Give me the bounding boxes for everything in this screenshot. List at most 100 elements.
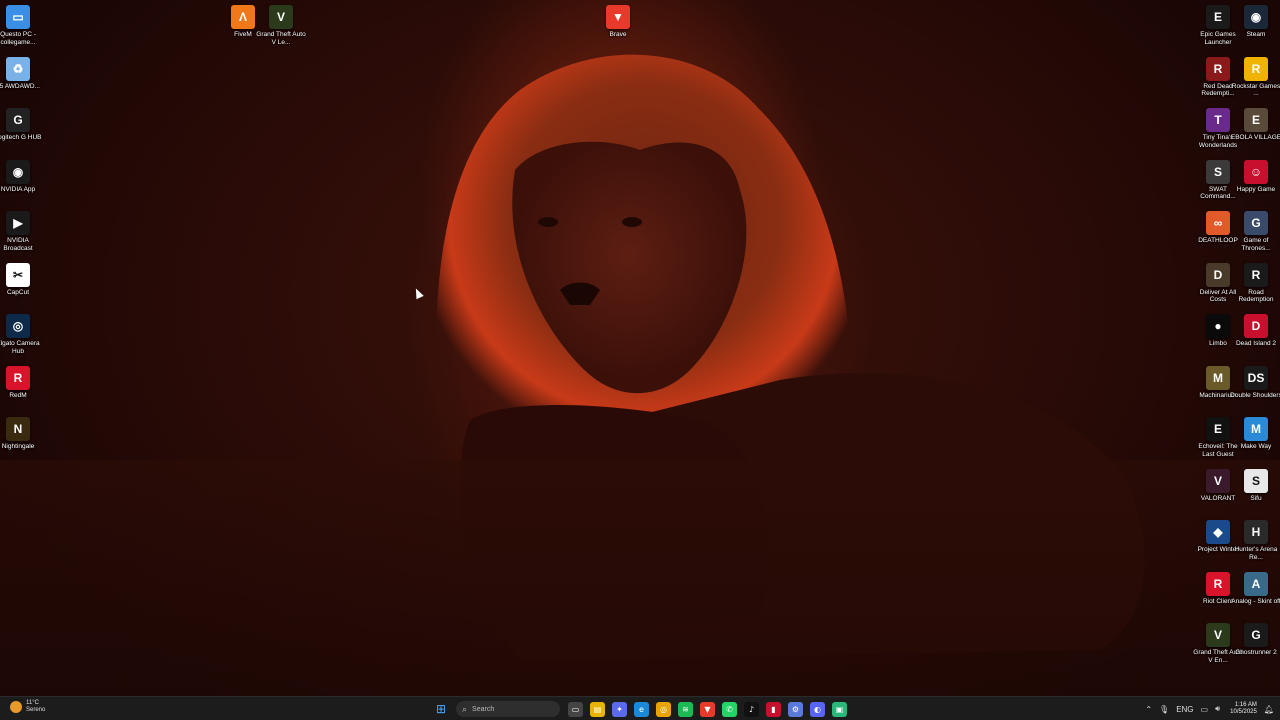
taskbar-center: ⊞ ⌕ Search ▭ ▤ ✦ e ◎ ≋ ▼ ✆ ♪ ▮ ⚙ ◐ ▣ bbox=[432, 699, 854, 719]
shortcut-label: Brave bbox=[609, 31, 627, 38]
desktop-shortcut[interactable]: V Grand Theft Auto V Le... bbox=[256, 5, 306, 46]
riot-client-icon: R bbox=[1206, 571, 1230, 596]
desktop-shortcut[interactable]: R RedM bbox=[0, 365, 40, 400]
shortcut-label: Logitech G HUB bbox=[0, 134, 42, 141]
computer-icon: ▭ bbox=[6, 5, 30, 29]
shortcut-label: CapCut bbox=[6, 288, 30, 296]
whatsapp-icon[interactable]: ✆ bbox=[722, 701, 737, 717]
tiny-tina-icon: T bbox=[1206, 108, 1230, 132]
weather-desc: Sereno bbox=[26, 707, 46, 713]
desktop-shortcut[interactable]: E EBOLA VILLAGE bbox=[1231, 108, 1280, 142]
desktop-shortcut[interactable]: ▶ NVIDIA Broadcast bbox=[0, 211, 40, 252]
nvidia-broadcast-icon: ▶ bbox=[6, 211, 30, 235]
desktop-shortcut[interactable]: G Logitech G HUB bbox=[0, 108, 41, 142]
shortcut-label: Rockstar Games ... bbox=[1231, 82, 1280, 98]
search-box[interactable]: ⌕ Search bbox=[456, 701, 560, 717]
desktop-shortcut[interactable]: H Hunter's Arena Re... bbox=[1234, 520, 1278, 561]
edge-icon[interactable]: e bbox=[634, 701, 649, 717]
fivem-icon: Λ bbox=[231, 5, 255, 29]
desktop-shortcut[interactable]: ◎ Elgato Camera Hub bbox=[0, 314, 40, 355]
desktop-shortcut[interactable]: ✂ CapCut bbox=[0, 262, 40, 297]
hunters-arena-icon: H bbox=[1244, 520, 1268, 544]
desktop-shortcut[interactable]: ▭ Questo PC - collegame... bbox=[0, 5, 40, 46]
gta-v-enhanced-icon: V bbox=[1206, 623, 1230, 647]
sifu-icon: S bbox=[1244, 468, 1268, 493]
rockstar-icon: R bbox=[1244, 56, 1268, 81]
microphone-icon[interactable]: 🎙︎ bbox=[1159, 705, 1169, 714]
deathloop-icon: ∞ bbox=[1206, 211, 1230, 235]
taskbar: 11°C Sereno ⊞ ⌕ Search ▭ ▤ ✦ e ◎ ≋ ▼ ✆ ♪ ▮ ⚙ ◐ ▣ ⌃ 🎙… bbox=[0, 696, 1280, 720]
shortcut-label: EBOLA VILLAGE bbox=[1230, 134, 1280, 141]
desktop-shortcut[interactable]: A Analog - Skint off bbox=[1231, 571, 1280, 606]
double-shoulders-icon: DS bbox=[1244, 365, 1268, 390]
discord-icon[interactable]: ◐ bbox=[810, 701, 825, 717]
weather-icon bbox=[10, 701, 22, 713]
recycle-bin-icon: ♻ bbox=[6, 56, 30, 81]
desktop-shortcut[interactable]: R Road Redemption bbox=[1234, 262, 1278, 304]
red-app-icon[interactable]: ▮ bbox=[766, 701, 781, 717]
desktop-shortcut[interactable]: ▼ Brave bbox=[596, 5, 640, 39]
desktop-shortcut[interactable]: S Sifu bbox=[1234, 468, 1278, 503]
volume-icon[interactable]: 🔊︎ bbox=[1215, 704, 1220, 714]
clock-date: 10/5/2025 bbox=[1230, 709, 1257, 715]
task-view-icon[interactable]: ▭ bbox=[568, 701, 583, 717]
shortcut-label: Questo PC - collegame... bbox=[0, 31, 36, 46]
swat-icon: S bbox=[1206, 159, 1230, 184]
chrome-icon[interactable]: ◎ bbox=[656, 701, 671, 717]
start-button[interactable]: ⊞ bbox=[432, 700, 450, 718]
desktop-shortcut[interactable]: G Game of Thrones... bbox=[1234, 211, 1278, 252]
shortcut-label: Grand Theft Auto V Le... bbox=[256, 31, 306, 46]
brave-taskbar-icon[interactable]: ▼ bbox=[700, 701, 715, 717]
desktop-shortcut[interactable]: DS Double Shoulders bbox=[1230, 365, 1280, 400]
shortcut-label: RedM bbox=[9, 391, 27, 399]
elgato-icon: ◎ bbox=[6, 314, 30, 338]
shortcut-label: Nightingale bbox=[1, 443, 35, 450]
shortcut-label: NVIDIA App bbox=[0, 185, 36, 193]
make-way-icon: M bbox=[1244, 417, 1268, 441]
obs-icon[interactable]: ▣ bbox=[832, 701, 847, 717]
desktop-shortcut[interactable]: ◉ NVIDIA App bbox=[0, 159, 40, 194]
clock[interactable]: 1:16 AM 10/5/2025 bbox=[1230, 702, 1257, 717]
desktop-shortcut[interactable]: R Rockstar Games ... bbox=[1232, 56, 1280, 98]
network-icon[interactable]: ▭ bbox=[1201, 705, 1209, 714]
search-icon: ⌕ bbox=[462, 703, 468, 714]
copilot-icon[interactable]: ✦ bbox=[612, 701, 627, 717]
shortcut-label: NVIDIA Broadcast bbox=[3, 237, 33, 252]
weather-temp: 11°C bbox=[26, 700, 39, 706]
ghostrunner-icon: G bbox=[1244, 623, 1268, 647]
chevron-up-icon[interactable]: ⌃ bbox=[1145, 705, 1152, 714]
language-indicator[interactable]: ENG bbox=[1176, 705, 1193, 714]
shortcut-label: Game of Thrones... bbox=[1241, 237, 1271, 252]
desktop-shortcut[interactable]: D Dead Island 2 bbox=[1234, 314, 1278, 348]
logitech-icon: G bbox=[6, 108, 30, 132]
shortcut-label: Happy Game bbox=[1236, 185, 1276, 193]
shortcut-label: Steam bbox=[1246, 31, 1266, 38]
desktop-shortcut[interactable]: ◉ Steam bbox=[1234, 5, 1278, 39]
road-redemption-icon: R bbox=[1244, 262, 1268, 287]
shortcut-label: Make Way bbox=[1240, 443, 1272, 450]
shortcut-label: Road Redemption bbox=[1238, 288, 1274, 304]
tiktok-icon[interactable]: ♪ bbox=[744, 701, 759, 717]
shortcut-label: 55 AWDAWD... bbox=[0, 82, 40, 90]
notification-bell-icon[interactable]: 🔔︎ bbox=[1264, 705, 1274, 714]
desktop-shortcut[interactable]: ☺ Happy Game bbox=[1234, 159, 1278, 194]
valorant-icon: V bbox=[1206, 468, 1230, 493]
project-winter-icon: ◆ bbox=[1206, 520, 1230, 544]
clock-time: 1:16 AM bbox=[1234, 701, 1257, 708]
settings-app-icon[interactable]: ⚙ bbox=[788, 701, 803, 717]
desktop-shortcut[interactable]: ♻ 55 AWDAWD... bbox=[0, 56, 40, 91]
shortcut-label: Sifu bbox=[1250, 494, 1262, 502]
desktop-shortcut[interactable]: M Make Way bbox=[1234, 417, 1278, 451]
desktop-shortcut[interactable]: G Ghostrunner 2 bbox=[1234, 623, 1278, 657]
epic-games-icon: E bbox=[1206, 5, 1230, 29]
weather-widget[interactable]: 11°C Sereno bbox=[10, 700, 45, 714]
shortcut-label: Analog - Skint off bbox=[1231, 597, 1280, 605]
nightingale-icon: N bbox=[6, 417, 30, 441]
file-explorer-icon[interactable]: ▤ bbox=[590, 701, 605, 717]
desktop[interactable]: ▭Questo PC - collegame...♻55 AWDAWD...GL… bbox=[0, 0, 1280, 696]
steam-icon: ◉ bbox=[1244, 5, 1268, 29]
shortcut-label: Ghostrunner 2 bbox=[1235, 649, 1277, 656]
spotify-icon[interactable]: ≋ bbox=[678, 701, 693, 717]
grass-foreground bbox=[0, 460, 1280, 696]
desktop-shortcut[interactable]: N Nightingale bbox=[0, 417, 40, 451]
